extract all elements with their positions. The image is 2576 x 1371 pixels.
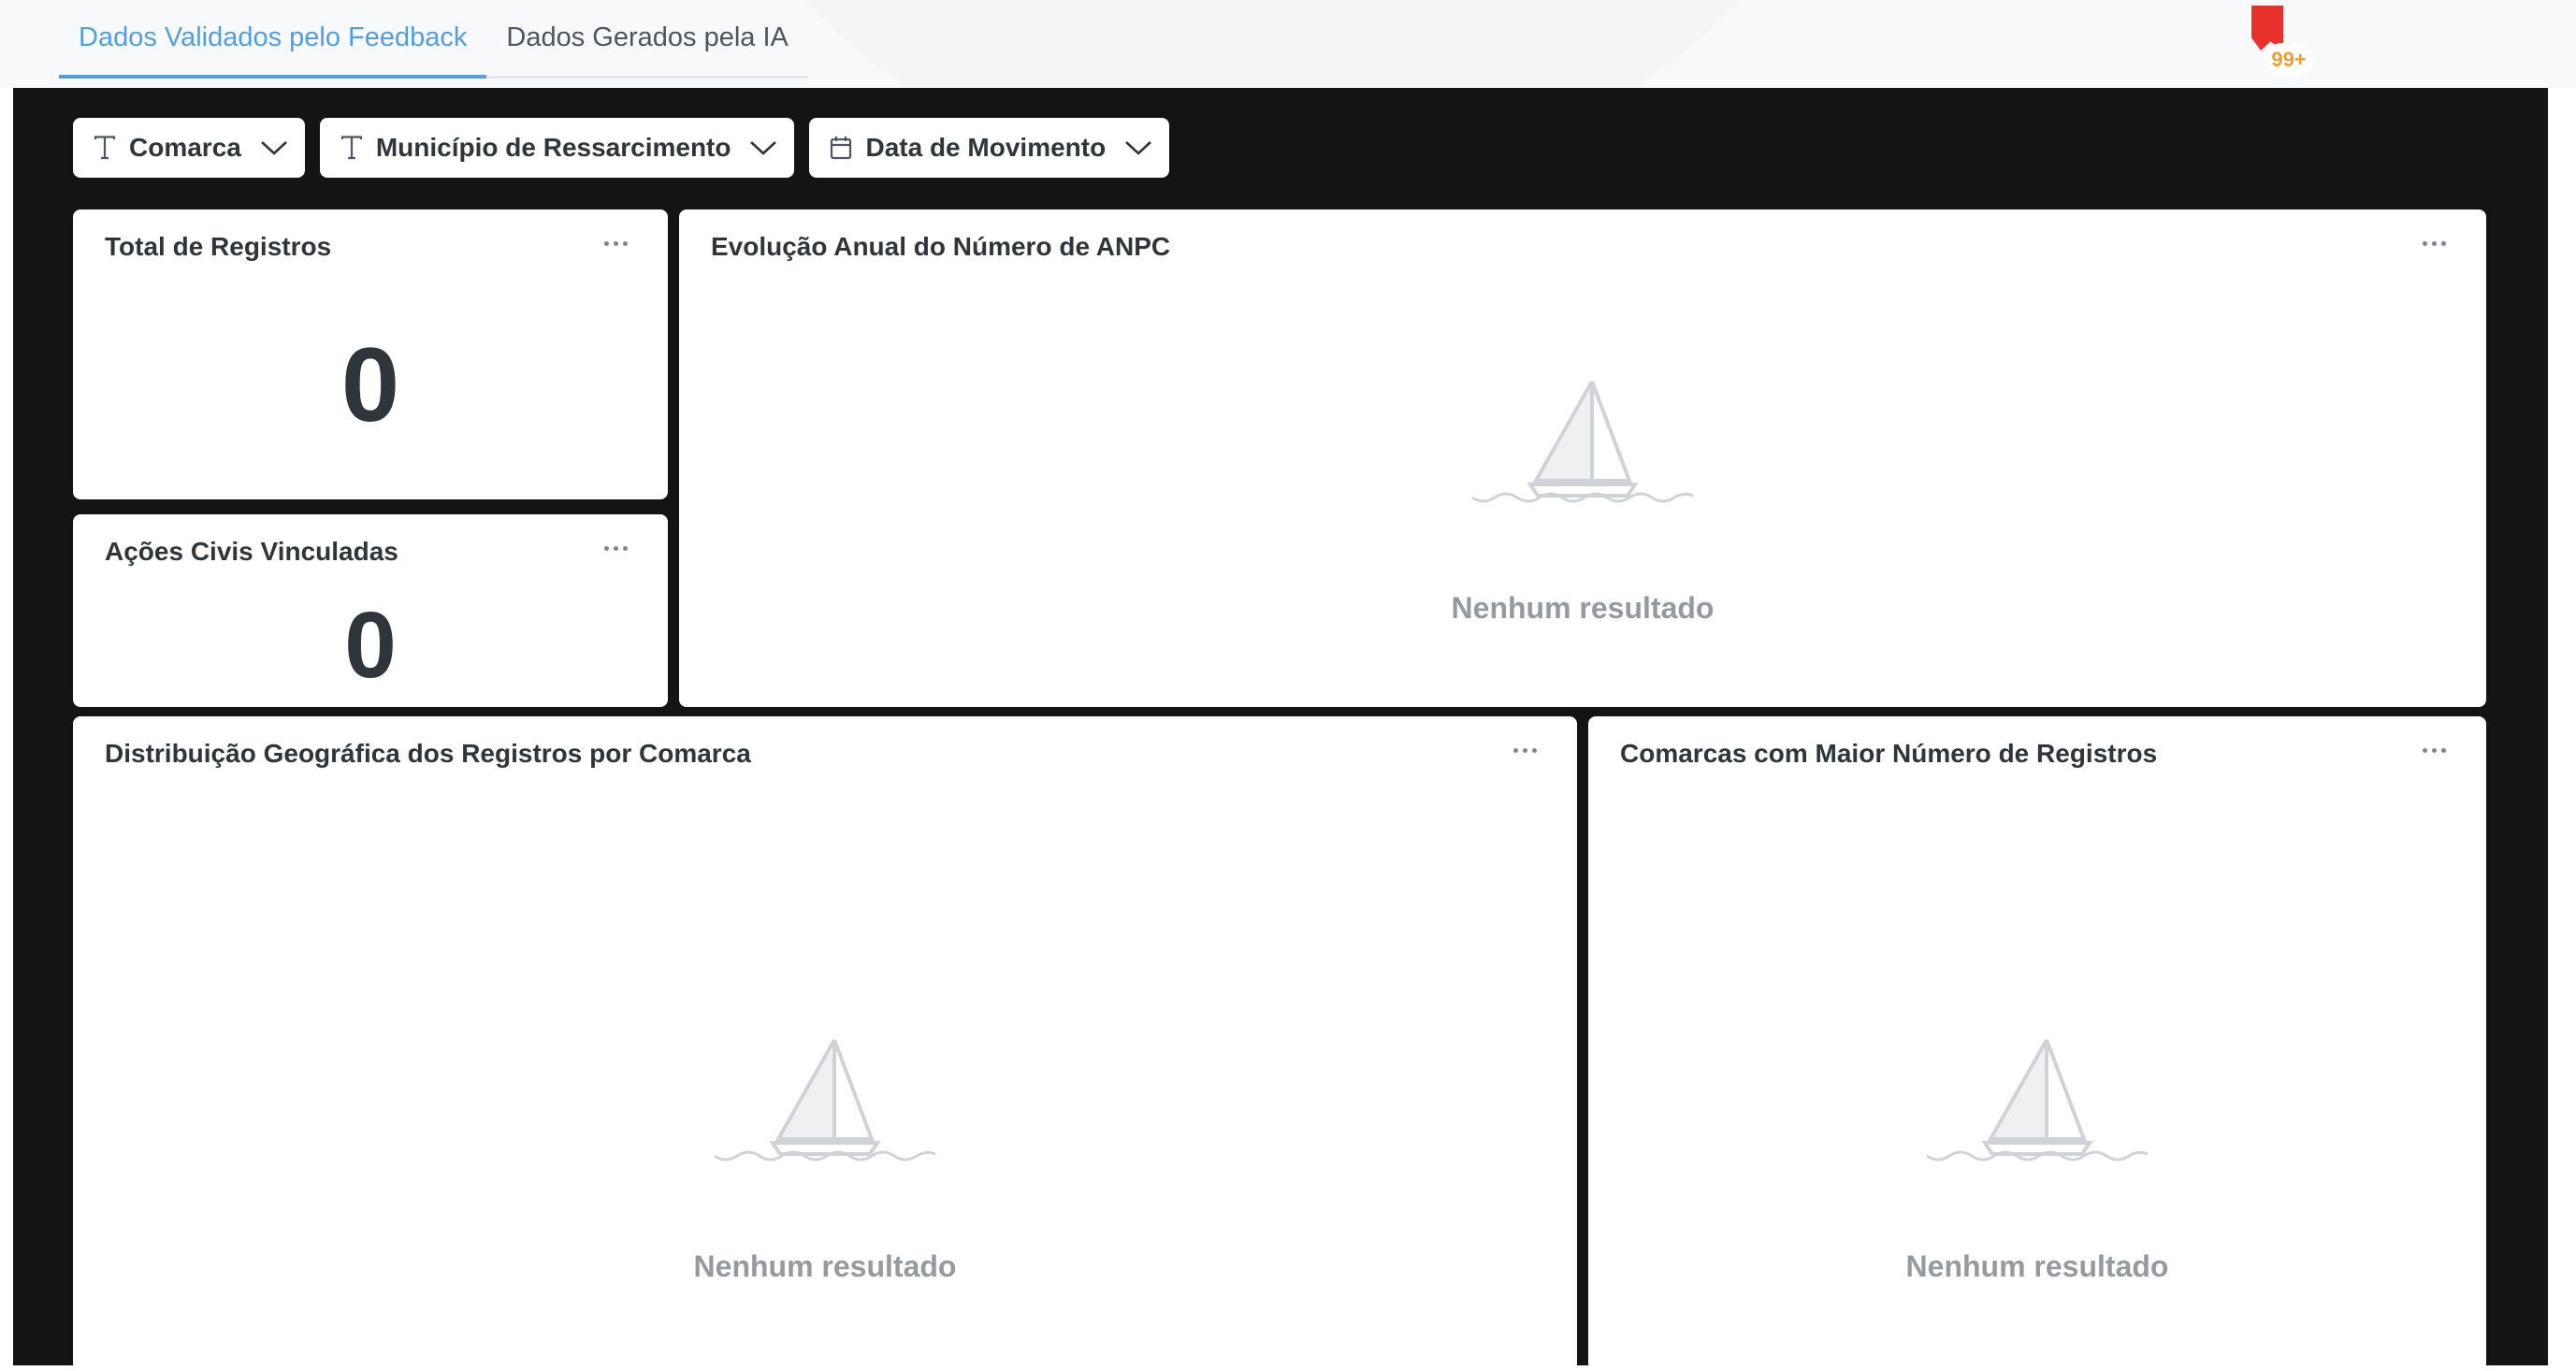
chevron-down-icon [1124,139,1152,156]
notification-indicator[interactable]: 99+ [2251,6,2317,80]
filter-comarca[interactable]: Comarca [73,118,305,178]
card-distribuicao-geografica: Distribuição Geográfica dos Registros po… [73,716,1577,1371]
card-title: Total de Registros [105,232,332,261]
notification-count-badge: 99+ [2265,43,2313,77]
sailboat-icon [1926,1039,2149,1162]
calendar-icon [830,136,852,160]
tab-dados-validados[interactable]: Dados Validados pelo Feedback [59,0,487,79]
text-type-icon [340,136,363,160]
sailboat-icon [714,1039,936,1162]
more-options-icon[interactable] [597,529,634,567]
card-comarcas-maior-numero: Comarcas com Maior Número de Registros N… [1588,716,2486,1371]
empty-state: Nenhum resultado [679,378,2486,626]
dashboard-canvas: Comarca Município de Ressarcimento Data … [13,88,2548,1371]
filter-label: Comarca [129,133,241,162]
card-title: Comarcas com Maior Número de Registros [1620,739,2158,768]
empty-state: Nenhum resultado [1588,1036,2486,1284]
more-options-icon[interactable] [1506,731,1543,769]
card-title: Ações Civis Vinculadas [105,537,398,566]
filter-label: Data de Movimento [865,133,1107,162]
filter-data-movimento[interactable]: Data de Movimento [809,118,1170,178]
empty-state-message: Nenhum resultado [1905,1249,2169,1283]
filter-label: Município de Ressarcimento [375,133,731,162]
card-total-registros: Total de Registros 0 [73,209,668,499]
empty-state: Nenhum resultado [73,1036,1577,1284]
scalar-value: 0 [344,593,397,698]
more-options-icon[interactable] [2415,731,2453,769]
more-options-icon[interactable] [2415,224,2453,262]
tab-dados-gerados-ia[interactable]: Dados Gerados pela IA [486,0,807,76]
top-tab-bar: Dados Validados pelo Feedback Dados Gera… [0,0,2576,88]
text-type-icon [94,136,116,160]
card-title: Evolução Anual do Número de ANPC [711,232,1171,261]
card-title: Distribuição Geográfica dos Registros po… [105,739,751,768]
empty-state-message: Nenhum resultado [1451,591,1715,625]
scalar-value: 0 [340,326,400,443]
filter-bar: Comarca Município de Ressarcimento Data … [73,118,1170,178]
chevron-down-icon [749,139,777,156]
card-evolucao-anual-anpc: Evolução Anual do Número de ANPC Nenhum … [679,209,2486,707]
more-options-icon[interactable] [597,224,634,262]
sailboat-icon [1471,381,1694,503]
dashboard-tabs: Dados Validados pelo Feedback Dados Gera… [59,0,808,79]
empty-state-message: Nenhum resultado [693,1249,957,1283]
chevron-down-icon [260,139,288,156]
background-decoration [711,0,1833,88]
card-acoes-civis-vinculadas: Ações Civis Vinculadas 0 [73,514,668,707]
filter-municipio-ressarcimento[interactable]: Município de Ressarcimento [319,118,795,178]
